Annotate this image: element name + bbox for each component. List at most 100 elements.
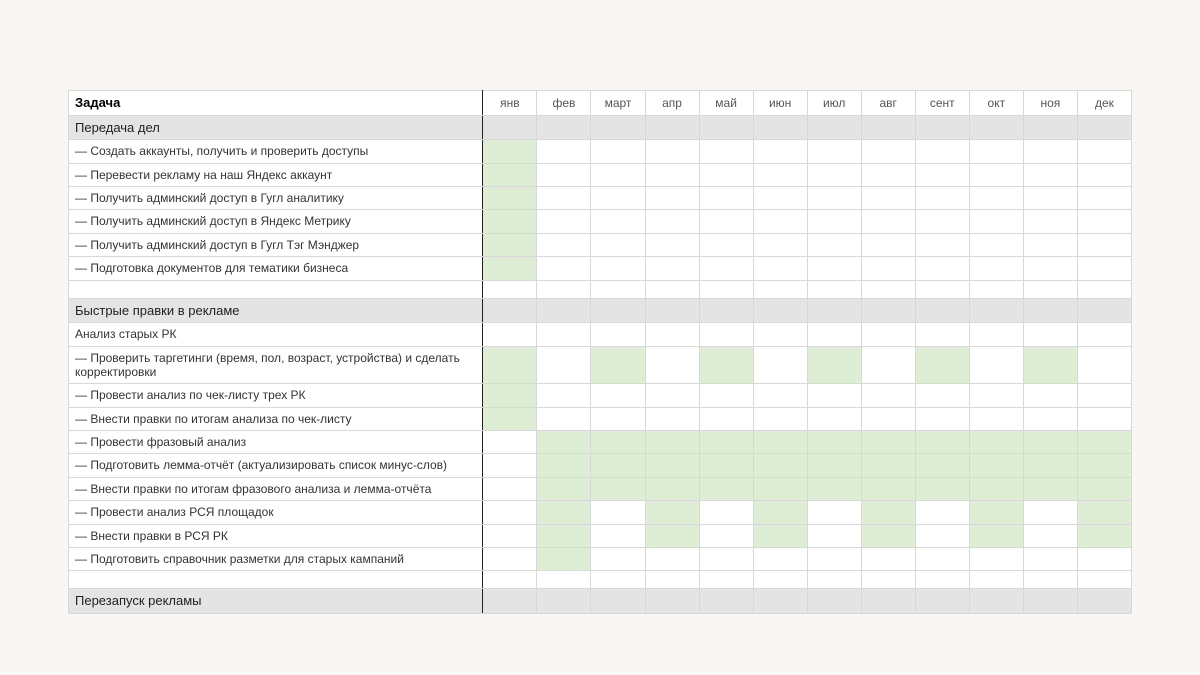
month-cell bbox=[969, 257, 1023, 280]
spacer-month-cell bbox=[699, 571, 753, 589]
month-cell bbox=[483, 501, 537, 524]
table-row: — Провести анализ РСЯ площадок bbox=[69, 501, 1132, 524]
month-cell bbox=[969, 140, 1023, 163]
month-cell bbox=[699, 501, 753, 524]
section-month-cell bbox=[861, 115, 915, 140]
section-month-cell bbox=[537, 298, 591, 323]
month-cell bbox=[591, 346, 645, 384]
month-cell bbox=[807, 454, 861, 477]
month-cell bbox=[753, 163, 807, 186]
month-cell bbox=[915, 186, 969, 209]
month-cell bbox=[807, 323, 861, 346]
table-row: Анализ старых РК bbox=[69, 323, 1132, 346]
month-cell bbox=[861, 431, 915, 454]
section-month-cell bbox=[807, 115, 861, 140]
month-cell bbox=[807, 501, 861, 524]
spacer-month-cell bbox=[537, 571, 591, 589]
month-cell bbox=[861, 346, 915, 384]
month-cell bbox=[699, 346, 753, 384]
month-cell bbox=[915, 257, 969, 280]
month-cell bbox=[807, 163, 861, 186]
month-cell bbox=[807, 233, 861, 256]
spacer-month-cell bbox=[591, 280, 645, 298]
spacer-month-cell bbox=[861, 571, 915, 589]
month-cell bbox=[645, 477, 699, 500]
month-cell bbox=[1023, 384, 1077, 407]
section-title: Передача дел bbox=[69, 115, 483, 140]
month-cell bbox=[699, 524, 753, 547]
spacer-month-cell bbox=[483, 280, 537, 298]
month-cell bbox=[483, 431, 537, 454]
month-cell bbox=[483, 186, 537, 209]
section-month-cell bbox=[591, 589, 645, 614]
month-cell bbox=[1077, 323, 1131, 346]
month-cell bbox=[645, 524, 699, 547]
month-cell bbox=[699, 477, 753, 500]
month-cell bbox=[591, 323, 645, 346]
month-cell bbox=[537, 233, 591, 256]
month-cell bbox=[483, 524, 537, 547]
section-month-cell bbox=[1077, 298, 1131, 323]
month-cell bbox=[969, 186, 1023, 209]
month-cell bbox=[645, 257, 699, 280]
month-cell bbox=[753, 346, 807, 384]
section-month-cell bbox=[969, 298, 1023, 323]
month-cell bbox=[537, 407, 591, 430]
month-cell bbox=[969, 346, 1023, 384]
month-cell bbox=[753, 140, 807, 163]
month-cell bbox=[753, 477, 807, 500]
month-cell bbox=[1077, 346, 1131, 384]
month-cell bbox=[969, 407, 1023, 430]
table-row: — Перевести рекламу на наш Яндекс аккаун… bbox=[69, 163, 1132, 186]
month-cell bbox=[861, 477, 915, 500]
month-cell bbox=[861, 210, 915, 233]
month-cell bbox=[807, 346, 861, 384]
task-label: Анализ старых РК bbox=[69, 323, 483, 346]
section-row: Перезапуск рекламы bbox=[69, 589, 1132, 614]
section-month-cell bbox=[645, 298, 699, 323]
month-cell bbox=[861, 384, 915, 407]
month-cell bbox=[1023, 163, 1077, 186]
month-cell bbox=[645, 548, 699, 571]
month-cell bbox=[753, 384, 807, 407]
section-month-cell bbox=[1023, 589, 1077, 614]
month-cell bbox=[807, 257, 861, 280]
month-cell bbox=[753, 454, 807, 477]
section-month-cell bbox=[969, 589, 1023, 614]
month-cell bbox=[699, 233, 753, 256]
spacer-month-cell bbox=[1077, 280, 1131, 298]
month-cell bbox=[645, 501, 699, 524]
month-cell bbox=[969, 454, 1023, 477]
spacer-month-cell bbox=[645, 280, 699, 298]
month-cell bbox=[537, 323, 591, 346]
col-header-month: авг bbox=[861, 91, 915, 116]
month-cell bbox=[537, 384, 591, 407]
section-month-cell bbox=[915, 589, 969, 614]
section-row: Передача дел bbox=[69, 115, 1132, 140]
task-label: — Провести фразовый анализ bbox=[69, 431, 483, 454]
section-month-cell bbox=[699, 298, 753, 323]
month-cell bbox=[1077, 384, 1131, 407]
month-cell bbox=[537, 257, 591, 280]
section-month-cell bbox=[807, 298, 861, 323]
month-cell bbox=[915, 407, 969, 430]
month-cell bbox=[1023, 407, 1077, 430]
month-cell bbox=[915, 210, 969, 233]
month-cell bbox=[699, 210, 753, 233]
table-row: — Получить админский доступ в Яндекс Мет… bbox=[69, 210, 1132, 233]
table-row: — Подготовка документов для тематики биз… bbox=[69, 257, 1132, 280]
month-cell bbox=[591, 501, 645, 524]
month-cell bbox=[591, 384, 645, 407]
month-cell bbox=[753, 210, 807, 233]
section-title: Быстрые правки в рекламе bbox=[69, 298, 483, 323]
month-cell bbox=[861, 140, 915, 163]
section-month-cell bbox=[861, 298, 915, 323]
month-cell bbox=[591, 407, 645, 430]
month-cell bbox=[537, 140, 591, 163]
month-cell bbox=[1023, 501, 1077, 524]
month-cell bbox=[861, 407, 915, 430]
month-cell bbox=[969, 210, 1023, 233]
task-label: — Провести анализ РСЯ площадок bbox=[69, 501, 483, 524]
table-row: — Создать аккаунты, получить и проверить… bbox=[69, 140, 1132, 163]
table-row: — Проверить таргетинги (время, пол, возр… bbox=[69, 346, 1132, 384]
